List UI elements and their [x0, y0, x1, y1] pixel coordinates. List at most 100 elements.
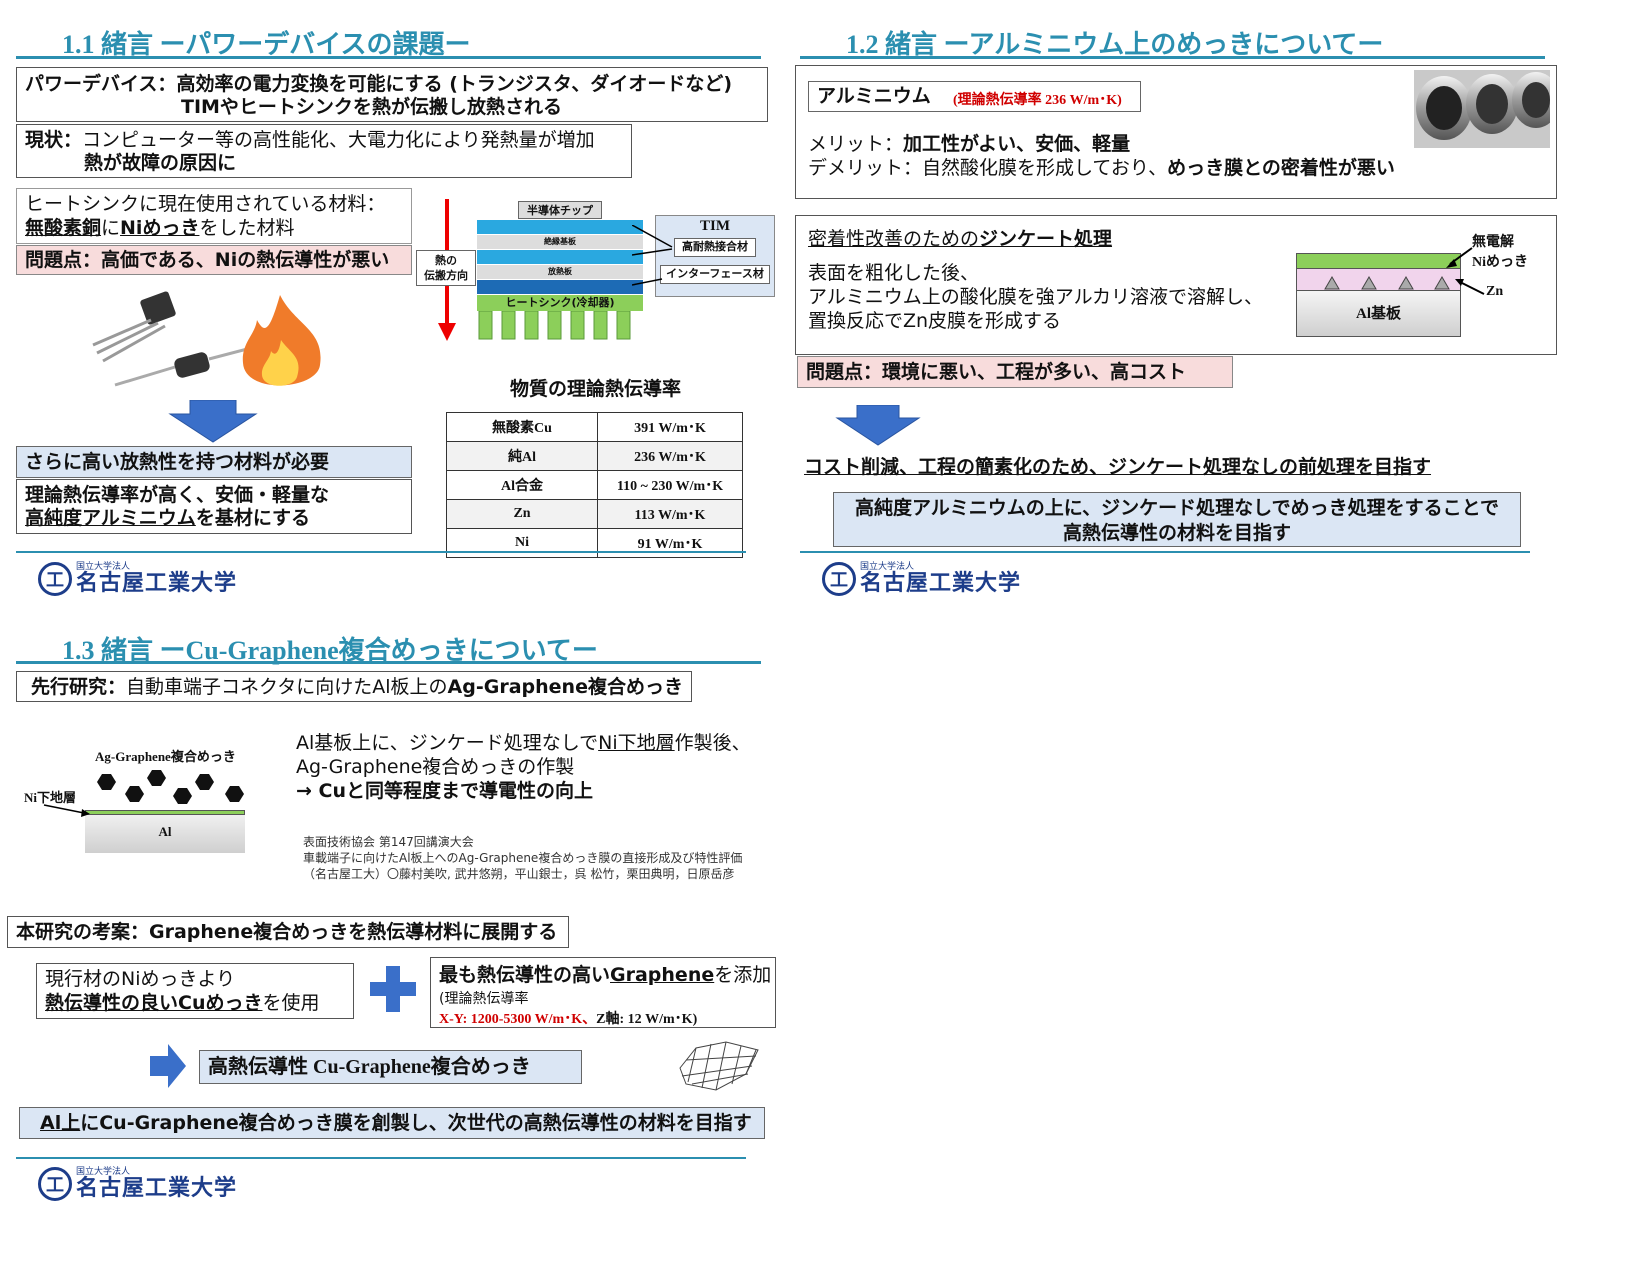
- current-status-text: コンピューター等の高性能化、大電力化により発熱量が増加: [82, 129, 595, 151]
- heat-structure-diagram: 熱の 伝搬方向 半導体チップ 絶縁基板 放熱板 ヒートシンク(冷却器) TIM 高…: [412, 195, 782, 345]
- ref-line3: （名古屋工大）〇藤村美吹, 武井悠朔，平山銀士，呉 松竹，栗田典明，日原岳彦: [303, 867, 735, 881]
- title-rule: [800, 56, 1545, 59]
- ref-line1: 表面技術協会 第147回講演大会: [303, 835, 474, 849]
- current-material-box: 現行材のNiめっきより 熱伝導性の良いCuめっきを使用: [36, 963, 354, 1019]
- merit-label: メリット：: [808, 133, 904, 155]
- desc1c: 作製後、: [674, 732, 751, 754]
- heatsink-mat2: Niめっき: [120, 217, 200, 239]
- aluminum-label: アルミニウム: [817, 85, 931, 107]
- zn-layer: [1296, 269, 1461, 291]
- gr-line1b: Graphene: [610, 964, 715, 986]
- aluminum-box: アルミニウム (理論熱伝導率 236 W/m･K) メリット：加工性がよい、安価…: [795, 65, 1557, 199]
- label-pointer-arrows: [1446, 247, 1485, 295]
- heatsink-line1: ヒートシンクに現在使用されている材料：: [25, 193, 386, 215]
- heatsink-ni: に: [101, 217, 121, 239]
- zincate-line1: 表面を粗化した後、: [808, 262, 980, 284]
- result-box: 高熱伝導性 Cu-Graphene複合めっき: [199, 1050, 582, 1084]
- prior-text: 自動車端子コネクタに向けたAl板上の: [126, 676, 448, 698]
- zincate-title-a: 密着性改善のための: [808, 228, 980, 250]
- current-status-text2: 熱が故障の原因に: [84, 152, 237, 174]
- table-row: 純Al 236 W/m･K: [446, 441, 743, 471]
- title-rule: [16, 661, 761, 664]
- s1-problem-box: 問題点：高価である、Niの熱伝導性が悪い: [16, 245, 412, 275]
- s3-final-box: Al上にCu-Graphene複合めっき膜を創製し、次世代の高熱伝導性の材料を目…: [19, 1107, 765, 1139]
- ni-pointer-arrow: [43, 804, 90, 817]
- graphene-sheet-image: [679, 1041, 759, 1091]
- heatsink-tail: をした材料: [199, 217, 295, 239]
- heatsink-material-box: ヒートシンクに現在使用されている材料： 無酸素銅にNiめっきをした材料: [16, 188, 412, 244]
- plus-icon: [370, 966, 416, 1012]
- result-text: 高熱伝導性 Cu-Graphene複合めっき: [208, 1056, 531, 1078]
- zincate-title-b: ジンケート処理: [979, 228, 1113, 250]
- footer-rule: [16, 1157, 746, 1159]
- down-arrow-icon: [835, 405, 921, 446]
- device-illustration: [92, 291, 321, 387]
- gr-line1a: 最も熱伝導性の高い: [439, 964, 611, 986]
- need-box: さらに高い放熱性を持つ材料が必要: [16, 446, 412, 478]
- layer-blue2: [477, 250, 643, 264]
- layer-blue1: [477, 220, 643, 234]
- base-material-box: 理論熱伝導率が高く、安価・軽量な 高純度アルミニウムを基材にする: [16, 479, 412, 534]
- gr-line1c: を添加: [714, 964, 772, 986]
- base-line1: 理論熱伝導率が高く、安価・軽量な: [25, 484, 330, 506]
- reference: 表面技術協会 第147回講演大会 車載端子に向けたAl板上へのAg-Graphe…: [303, 834, 742, 882]
- idea-box: 本研究の考案：Graphene複合めっきを熱伝導材料に展開する: [7, 916, 569, 948]
- gr-line3b: Z軸: 12 W/m･K): [596, 1012, 698, 1027]
- base-line2b: を基材にする: [195, 507, 311, 529]
- aluminum-conductivity: (理論熱伝導率 236 W/m･K): [953, 93, 1122, 108]
- ref-line2: 車載端子に向けたAl板上へのAg-Graphene複合めっき膜の直接形成及び特性…: [303, 851, 743, 865]
- graphene-box: 最も熱伝導性の高いGrapheneを添加 (理論熱伝導率 X-Y: 1200-5…: [430, 957, 776, 1028]
- desc1b: Ni下地層: [598, 732, 675, 754]
- gr-line3a: X-Y: 1200-5300 W/m･K、: [439, 1012, 597, 1027]
- chip-layer: 半導体チップ: [518, 201, 602, 219]
- university-logo: 工 国立大学法人 名古屋工業大学: [38, 562, 237, 596]
- desc2: Ag-Graphene複合めっきの作製: [296, 756, 575, 778]
- table-row: 無酸素Cu 391 W/m･K: [446, 412, 743, 442]
- ag-graphene-layer: [85, 764, 245, 810]
- heatsink-fins: [478, 311, 631, 340]
- conductivity-table: 無酸素Cu 391 W/m･K 純Al 236 W/m･K Al合金 110 ~ 23…: [446, 412, 743, 558]
- fig-top-label: Ag-Graphene複合めっき: [95, 749, 236, 764]
- s2-problem-box: 問題点：環境に悪い、工程が多い、高コスト: [797, 356, 1233, 388]
- heatsink-mat1: 無酸素銅: [25, 217, 102, 239]
- merit-text: 加工性がよい、安価、軽量: [903, 133, 1131, 155]
- university-logo: 工 国立大学法人 名古屋工業大学: [38, 1167, 237, 1201]
- base-line2a: 高純度アルミニウム: [25, 507, 196, 529]
- zincate-box: 密着性改善のためのジンケート処理 表面を粗化した後、 アルミニウム上の酸化膜を強…: [795, 215, 1557, 355]
- heatsink-layer: ヒートシンク(冷却器): [477, 295, 643, 311]
- power-device-text: 高効率の電力変換を可能にする (トランジスタ、ダイオードなど): [176, 73, 733, 95]
- final-line2: 高熱伝導性の材料を目指す: [1062, 522, 1291, 544]
- insulation-layer: 絶縁基板: [477, 235, 643, 249]
- prior-label: 先行研究：: [31, 676, 127, 698]
- university-logo: 工 国立大学法人 名古屋工業大学: [822, 562, 1021, 596]
- al-substrate: Al基板: [1296, 291, 1461, 337]
- title-rule: [16, 56, 761, 59]
- cur-line1: 現行材のNiめっきより: [45, 968, 236, 990]
- table-row: Al合金 110 ~ 230 W/m･K: [446, 470, 743, 500]
- footer-rule: [16, 551, 746, 553]
- power-device-text2: TIMやヒートシンクを熱が伝搬し放熱される: [181, 96, 562, 118]
- cur-line2a: 熱伝導性の良いCuめっき: [45, 992, 263, 1014]
- aluminum-label-box: アルミニウム (理論熱伝導率 236 W/m･K): [808, 81, 1141, 112]
- final-a: Al上: [40, 1112, 81, 1134]
- graphene-particles: [97, 770, 244, 804]
- final-b: にCu-Graphene複合めっき膜を創製し、次世代の高熱伝導性の材料を目指す: [80, 1112, 752, 1134]
- s2-final-box: 高純度アルミニウムの上に、ジンケード処理なしでめっき処理をすることで 高熱伝導性…: [833, 492, 1521, 547]
- ni-plating-layer: [1296, 253, 1461, 269]
- power-device-box: パワーデバイス：高効率の電力変換を可能にする (トランジスタ、ダイオードなど) …: [16, 67, 768, 122]
- fig-al-substrate: Al: [85, 815, 245, 853]
- power-device-label: パワーデバイス：: [25, 73, 177, 95]
- right-arrow-icon: [150, 1044, 186, 1088]
- zincate-line3: 置換反応でZn皮膜を形成する: [808, 310, 1062, 332]
- current-status-label: 現状：: [25, 129, 83, 151]
- zn-spikes: [1324, 276, 1450, 290]
- layer-blue3: [477, 280, 643, 294]
- flame-icon: [242, 295, 321, 386]
- transistor-icon: [92, 291, 176, 363]
- prior-research-box: 先行研究：自動車端子コネクタに向けたAl板上のAg-Graphene複合めっき: [16, 671, 692, 702]
- goal-text: コスト削減、工程の簡素化のため、ジンケート処理なしの前処理を目指す: [804, 456, 1432, 478]
- zincate-line2: アルミニウム上の酸化膜を強アルカリ溶液で溶解し、: [808, 286, 1264, 308]
- demerit-text: めっき膜との密着性が悪い: [1167, 157, 1395, 179]
- cur-line2b: を使用: [262, 992, 320, 1014]
- gr-line2: (理論熱伝導率: [439, 991, 529, 1007]
